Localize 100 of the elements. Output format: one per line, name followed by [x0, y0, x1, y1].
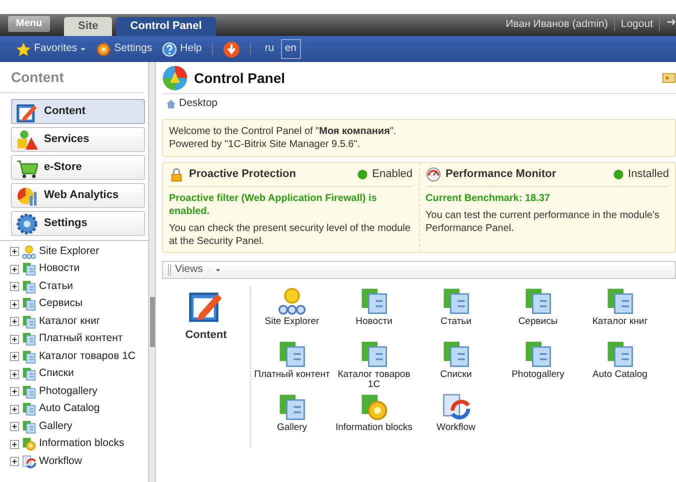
module-button[interactable]: Settings — [11, 211, 145, 236]
expand-icon[interactable] — [10, 422, 19, 432]
tree-item[interactable]: Платный контент — [39, 331, 123, 348]
logo-icon — [162, 65, 188, 91]
expand-icon[interactable] — [10, 247, 19, 256]
folder-documents-icon — [442, 286, 470, 315]
folder-documents-icon — [278, 340, 306, 368]
desktop-item[interactable]: Статьи — [415, 286, 497, 340]
desktop-item[interactable]: Сервисы — [497, 286, 579, 340]
tab[interactable]: Site — [64, 17, 112, 36]
padlock-icon — [169, 166, 184, 182]
folder-documents-icon — [606, 340, 634, 368]
folder-documents-icon — [360, 286, 388, 315]
star-icon — [16, 42, 31, 56]
folder-gear-icon — [360, 392, 388, 421]
tree-item[interactable]: Новости — [39, 261, 80, 278]
welcome-text: Powered by "1C-Bitrix Site Manager 9.5.6". — [169, 138, 362, 151]
folder-documents-icon — [22, 350, 36, 364]
help-button[interactable]: Help — [162, 41, 202, 57]
folder-documents-icon — [606, 286, 634, 315]
desktop-item[interactable]: Information blocks — [333, 392, 415, 446]
desktop-item[interactable]: Новости — [333, 286, 415, 340]
settings-button[interactable]: Settings — [96, 41, 152, 57]
logout-link[interactable]: Logout — [620, 17, 653, 33]
tree-item[interactable]: Каталог книг — [39, 314, 100, 330]
gauge-icon — [426, 166, 440, 182]
folder-documents-icon — [22, 367, 36, 382]
status-dot-icon — [357, 168, 368, 180]
favorites-menu[interactable]: Favorites — [16, 41, 86, 57]
views-menu[interactable]: Views — [175, 262, 221, 278]
desktop-item[interactable]: Списки — [415, 340, 497, 393]
expand-icon[interactable] — [10, 457, 19, 466]
tree-item[interactable]: Каталог товаров 1С — [39, 348, 136, 365]
expand-icon[interactable] — [10, 404, 19, 414]
gadget-title: Performance Monitor — [446, 168, 556, 181]
help-icon — [162, 42, 178, 56]
gadget-text: You can check the present security level of the module at the Security Panel. — [169, 222, 412, 248]
gear-icon — [96, 42, 112, 56]
gear-icon — [16, 212, 38, 234]
desktop-item[interactable]: Workflow — [415, 392, 497, 446]
shapes-icon — [16, 128, 38, 150]
panel-link[interactable]: Performance Panel — [426, 222, 512, 234]
folder-gear-icon — [22, 437, 36, 452]
module-button[interactable]: e-Store — [11, 155, 145, 180]
refresh-arrows-icon — [442, 392, 470, 421]
network-icon — [22, 244, 36, 259]
module-button[interactable]: Web Analytics — [11, 183, 145, 208]
desktop-item[interactable]: Каталог товаров 1С — [333, 340, 415, 393]
user-name: Иван Иванов (admin) — [506, 17, 608, 32]
section-label: Content — [185, 328, 227, 343]
desktop-item[interactable]: Auto Catalog — [579, 340, 661, 393]
folder-documents-icon — [22, 297, 36, 312]
home-icon — [166, 98, 176, 109]
expand-icon[interactable] — [10, 352, 19, 362]
status-dot-icon — [613, 168, 624, 180]
tree-item[interactable]: Gallery — [39, 418, 72, 435]
expand-icon[interactable] — [10, 387, 19, 396]
network-icon — [278, 286, 306, 315]
download-icon[interactable] — [222, 40, 240, 58]
tree-item[interactable]: Information blocks — [39, 436, 124, 452]
folder-documents-icon — [22, 402, 36, 416]
welcome-text: Welcome to the Control Panel of "Моя компания". — [169, 124, 398, 138]
desktop-item[interactable]: Site Explorer — [251, 286, 333, 340]
panel-link[interactable]: Security Panel — [196, 236, 262, 247]
gadget-status: Installed — [628, 168, 669, 181]
tree-item[interactable]: Списки — [39, 366, 74, 382]
folder-documents-icon — [22, 280, 36, 294]
exit-icon — [666, 17, 676, 28]
expand-icon[interactable] — [10, 282, 19, 292]
module-button[interactable]: Services — [11, 127, 145, 152]
expand-icon[interactable] — [10, 264, 19, 274]
desktop-item[interactable]: Каталог книг — [579, 286, 661, 340]
page-title: Control Panel — [194, 68, 286, 88]
expand-icon[interactable] — [10, 440, 19, 449]
language-button[interactable]: en — [280, 39, 301, 59]
gadget-headline: Proactive filter (Web Application Firewall) is enabled. — [169, 192, 378, 218]
expand-icon[interactable] — [10, 300, 19, 309]
desktop-item[interactable]: Photogallery — [497, 340, 579, 393]
folder-documents-icon — [22, 262, 36, 276]
module-button[interactable]: Content — [11, 99, 145, 124]
expand-icon[interactable] — [10, 334, 19, 344]
language-button[interactable]: ru — [260, 39, 278, 59]
folder-documents-icon — [278, 392, 306, 421]
folder-documents-icon — [22, 332, 36, 346]
tree-item[interactable]: Photogallery — [39, 384, 98, 400]
tree-item[interactable]: Workflow — [39, 454, 82, 470]
gadget-status: Enabled — [372, 168, 412, 181]
tab[interactable]: Control Panel — [116, 17, 216, 36]
tree-item[interactable]: Site Explorer — [39, 244, 100, 260]
expand-icon[interactable] — [10, 370, 19, 379]
tree-item[interactable]: Auto Catalog — [39, 401, 100, 418]
folder-documents-icon — [22, 420, 36, 434]
desktop-item[interactable]: Платный контент — [251, 340, 333, 393]
sidebar-title: Content — [0, 62, 144, 93]
tree-item[interactable]: Статьи — [39, 278, 74, 295]
refresh-arrows-icon — [22, 454, 36, 469]
tree-item[interactable]: Сервисы — [39, 296, 83, 312]
breadcrumb-link[interactable]: Desktop — [179, 96, 218, 112]
desktop-item[interactable]: Gallery — [251, 392, 333, 446]
expand-icon[interactable] — [10, 317, 19, 326]
